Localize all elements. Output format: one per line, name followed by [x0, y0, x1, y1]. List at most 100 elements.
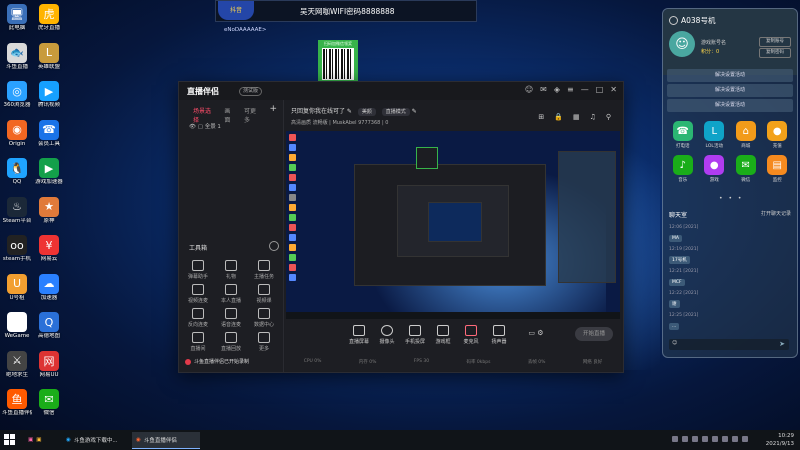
tray-icon[interactable] — [682, 436, 688, 442]
taskbar: ▣ ▣ ◉ 斗鱼游戏下载中... ◉ 斗鱼直播伴侣 10:29 2021/9/1… — [0, 430, 800, 450]
tool-button[interactable]: 语音连麦 — [218, 308, 244, 328]
emoji-icon[interactable]: ☺ — [672, 340, 677, 346]
mail-icon[interactable]: ✉ — [540, 85, 547, 94]
action-item[interactable]: 解决设置活动 — [667, 69, 793, 82]
desktop-icon[interactable]: ▶ 游戏加速器 — [34, 158, 64, 186]
taskbar-item-streaming[interactable]: ◉ 斗鱼直播伴侣 — [132, 432, 200, 449]
start-live-button[interactable]: 开始直播 — [575, 327, 613, 341]
user-icon[interactable]: ☺ — [525, 85, 533, 94]
phone-app[interactable]: ● 充值 — [762, 121, 794, 149]
desktop-icon[interactable]: ☎ 会员工具 — [34, 119, 64, 148]
desktop-icon[interactable]: ✉ 微信 — [34, 389, 64, 417]
desktop-icon[interactable]: ◉ Origin — [2, 119, 32, 148]
pinned-app-icon[interactable]: ▣ — [36, 437, 41, 443]
scene-item[interactable]: 👁 ▢ 全景 1 — [189, 122, 221, 130]
desktop-icon[interactable]: Q 高德地图 — [34, 312, 64, 340]
tool-button[interactable]: 视频连麦 — [185, 284, 211, 304]
tray-icon[interactable] — [672, 436, 678, 442]
desktop-icon[interactable]: ★ 原神 — [34, 196, 64, 225]
close-icon[interactable]: ✕ — [610, 85, 617, 94]
bell-icon[interactable]: ♫ — [590, 113, 596, 121]
desktop-icon[interactable]: ▶ 腾讯视频 — [34, 81, 64, 109]
tray-icon[interactable] — [732, 436, 738, 442]
skin-icon[interactable]: ◈ — [554, 85, 560, 94]
phone-app[interactable]: ♪ 音乐 — [667, 155, 699, 183]
phone-app-label: 充值 — [772, 144, 782, 149]
stream-preview[interactable] — [286, 131, 620, 319]
desktop-icon[interactable]: 鱼斗鱼直播伴侣 — [2, 389, 32, 417]
grid-icon[interactable]: ▦ — [573, 113, 580, 121]
taskbar-pinned-icons: ▣ ▣ — [24, 432, 45, 448]
camera-source-button[interactable]: 摄像头 — [373, 325, 401, 345]
clock[interactable]: 10:29 2021/9/13 — [766, 432, 794, 448]
desktop-icon[interactable]: L 英雄联盟 — [34, 42, 64, 71]
tool-button[interactable]: 礼物 — [218, 260, 244, 280]
toolbox-settings-icon[interactable] — [269, 241, 279, 251]
desktop-icon[interactable]: 🖥 此电脑 — [2, 4, 32, 32]
microphone-label: 麦克风 — [463, 339, 479, 345]
phone-app[interactable]: ▤ 监控 — [762, 155, 794, 183]
desktop-icon[interactable]: ♨ Steam平台 — [2, 196, 32, 225]
tool-button[interactable]: 直播回放 — [218, 332, 244, 352]
tool-button[interactable]: 视频课 — [251, 284, 277, 304]
tool-icon — [192, 284, 204, 295]
tray-icon[interactable] — [692, 436, 698, 442]
tab-more[interactable]: 可更多 — [244, 106, 261, 124]
tool-button[interactable]: 数据中心 — [251, 308, 277, 328]
maximize-icon[interactable]: □ — [596, 85, 604, 94]
desktop-icon[interactable]: 🐧 QQ — [2, 158, 32, 186]
game-source-button[interactable]: 游戏框 — [429, 325, 457, 345]
windows-start-icon[interactable] — [4, 434, 15, 445]
desktop-icon[interactable]: ◎ 360浏览器 — [2, 81, 32, 109]
tray-icon[interactable] — [702, 436, 708, 442]
phone-app[interactable]: ● 游戏 — [699, 155, 731, 183]
chat-input[interactable]: ☺ ➤ — [669, 339, 789, 350]
tab-picture[interactable]: 画面 — [224, 106, 236, 124]
desktop-icon[interactable]: ¥ 网易云 — [34, 235, 64, 263]
minimize-icon[interactable]: — — [581, 85, 589, 94]
microphone-button[interactable]: 麦克风 — [457, 325, 485, 345]
share-icon[interactable]: ⚲ — [606, 113, 611, 121]
phone-app[interactable]: L LOL活动 — [699, 121, 731, 149]
tool-button[interactable]: 更多 — [251, 332, 277, 352]
send-icon[interactable]: ➤ — [779, 340, 785, 348]
desktop-icon[interactable]: 🐟 斗鱼直播 — [2, 42, 32, 71]
action-item[interactable]: 解决设置活动 — [667, 99, 793, 112]
desktop-icon[interactable]: G WeGame — [2, 312, 32, 340]
copy-account-button[interactable]: 复制账号 — [759, 37, 791, 47]
add-scene-button[interactable]: + — [269, 105, 277, 124]
gift-icon[interactable]: ⊞ — [538, 113, 544, 121]
tool-button[interactable]: 主播任务 — [251, 260, 277, 280]
tool-button[interactable]: 反向连麦 — [185, 308, 211, 328]
phone-app[interactable]: ⌂ 商城 — [730, 121, 762, 149]
desktop-icon[interactable]: ☁ 加速器 — [34, 273, 64, 302]
tool-button[interactable]: 直播间 — [185, 332, 211, 352]
lock-icon[interactable]: 🔒 — [554, 113, 563, 121]
desktop-icon[interactable]: 网网易UU — [34, 350, 64, 379]
mode-chip[interactable]: 直播模式 — [381, 108, 410, 116]
desktop-icon[interactable]: U U号租 — [2, 273, 32, 302]
power-icon[interactable] — [669, 16, 678, 25]
menu-icon[interactable]: ≡ — [567, 85, 574, 94]
tray-icon[interactable] — [722, 436, 728, 442]
screen-source-button[interactable]: 直播屏幕 — [345, 325, 373, 345]
taskbar-item-download[interactable]: ◉ 斗鱼游戏下载中... — [62, 432, 122, 448]
settings-icon[interactable]: ⚙ — [537, 329, 543, 337]
phone-cast-button[interactable]: 手机投屏 — [401, 325, 429, 345]
tool-button[interactable]: 本人直播 — [218, 284, 244, 304]
tray-icon[interactable] — [712, 436, 718, 442]
tool-button[interactable]: 弹幕助手 — [185, 260, 211, 280]
chat-history-link[interactable]: 打开聊天记录 — [761, 210, 791, 217]
speaker-button[interactable]: 扬声器 — [485, 325, 513, 345]
desktop-icon[interactable]: ⚔ 绝地求生 — [2, 350, 32, 379]
record-icon[interactable]: ▭ — [528, 329, 535, 337]
action-item[interactable]: 解决设置活动 — [667, 84, 793, 97]
phone-app[interactable]: ✉ 微信 — [730, 155, 762, 183]
desktop-icon[interactable]: oo steam手机 — [2, 235, 32, 263]
phone-app[interactable]: ☎ 打电话 — [667, 121, 699, 149]
desktop-icon[interactable]: 虎虎牙直播 — [34, 4, 64, 32]
pinned-app-icon[interactable]: ▣ — [28, 437, 33, 443]
copy-password-button[interactable]: 复制密码 — [759, 48, 791, 58]
beauty-chip[interactable]: 美颜 — [357, 108, 376, 116]
tray-icon[interactable] — [742, 436, 748, 442]
